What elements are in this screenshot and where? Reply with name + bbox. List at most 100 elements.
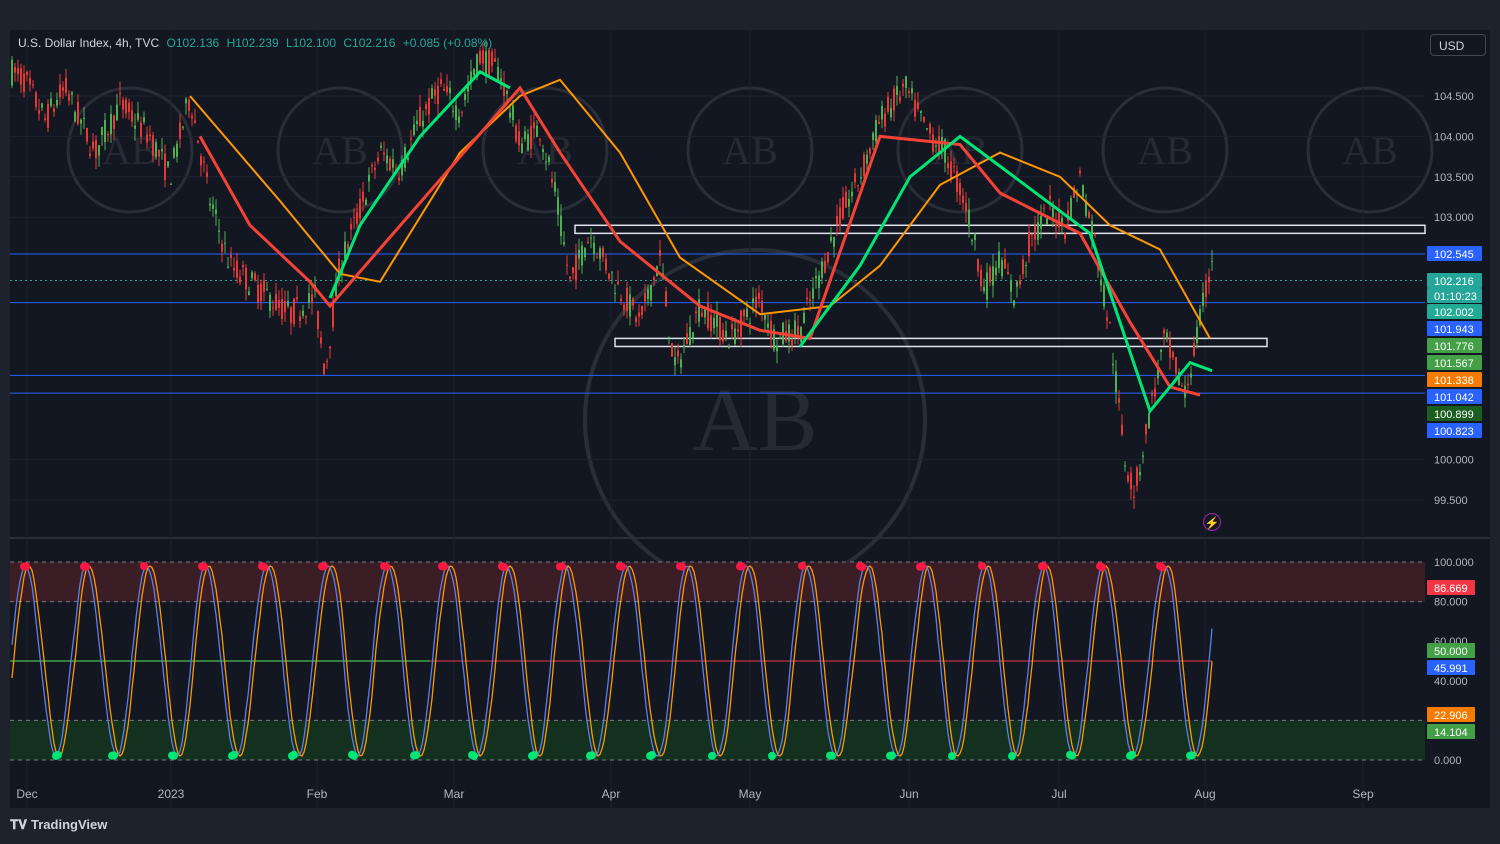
candle-body: [398, 177, 400, 181]
oversold-dot: [1188, 751, 1196, 760]
oversold-dot: [1128, 750, 1136, 759]
candle-body: [875, 120, 877, 142]
candle-body: [137, 112, 139, 120]
overbought-dot: [738, 562, 746, 571]
time-tick-label: Mar: [444, 787, 465, 801]
candle-body: [851, 191, 853, 197]
candle-body: [185, 98, 187, 104]
candle-body: [578, 249, 580, 259]
candle-body: [767, 323, 769, 328]
candle-body: [530, 126, 532, 150]
candle-body: [140, 122, 142, 138]
oversold-dot: [588, 751, 596, 760]
candle-body: [296, 297, 298, 300]
candle-body: [749, 322, 751, 324]
candle-body: [1151, 392, 1153, 396]
ohlc-change: +0.085 (+0.08%): [402, 36, 493, 50]
osc-tick-label: 100.000: [1434, 557, 1474, 569]
candle-body: [611, 271, 613, 273]
osc-tick-label: 40.000: [1434, 676, 1468, 688]
candle-body: [701, 312, 703, 317]
candle-body: [56, 99, 58, 106]
candle-body: [143, 117, 145, 123]
candle-body: [320, 337, 322, 344]
candle-body: [1031, 234, 1033, 236]
candle-body: [1187, 383, 1189, 386]
candle-body: [71, 92, 73, 95]
oversold-dot: [888, 751, 896, 760]
candle-body: [746, 308, 748, 318]
symbol-label: U.S. Dollar Index, 4h, TVC: [18, 36, 160, 50]
candle-body: [80, 119, 82, 124]
candle-body: [146, 134, 148, 143]
candle-body: [617, 281, 619, 285]
candle-body: [626, 287, 628, 312]
branding-label: TradingView: [31, 817, 108, 832]
candle-body: [560, 215, 562, 236]
candle-body: [857, 185, 859, 187]
candle-body: [881, 106, 883, 120]
candle-body: [488, 50, 490, 75]
candle-body: [971, 240, 973, 242]
candle-body: [329, 346, 331, 349]
candle-body: [1034, 225, 1036, 240]
candle-body: [635, 317, 637, 323]
candle-body: [89, 153, 91, 156]
oversold-dot: [470, 752, 478, 761]
ohlc-high: H102.239: [226, 36, 279, 50]
candle-body: [980, 269, 982, 287]
candle-body: [1133, 496, 1135, 498]
oversold-dot: [290, 750, 298, 759]
candle-body: [1106, 317, 1108, 321]
oversold-dot: [768, 751, 776, 760]
candle-body: [458, 116, 460, 123]
candle-body: [923, 116, 925, 122]
oversold-dot: [828, 751, 836, 760]
candle-body: [1202, 292, 1204, 307]
overbought-dot: [440, 562, 448, 571]
candle-body: [500, 78, 502, 82]
candle-body: [632, 298, 634, 306]
candle-body: [629, 294, 631, 317]
candle-body: [794, 320, 796, 336]
candle-body: [356, 212, 358, 224]
candle-body: [572, 267, 574, 273]
candle-body: [854, 173, 856, 183]
candle-body: [374, 167, 376, 170]
candle-body: [44, 118, 46, 120]
oversold-dot: [110, 751, 118, 760]
alert-bolt-icon[interactable]: ⚡: [1203, 513, 1221, 531]
candle-body: [950, 161, 952, 179]
candle-body: [272, 307, 274, 309]
candle-body: [428, 97, 430, 115]
candle-body: [977, 258, 979, 272]
candle-body: [377, 157, 379, 162]
candle-body: [389, 158, 391, 171]
candle-body: [209, 203, 211, 206]
candle-body: [902, 83, 904, 87]
candle-body: [959, 182, 961, 196]
chart-canvas[interactable]: AB AB AB AB AB AB ABAB104.500104.000103.500103…: [0, 0, 1500, 844]
time-tick-label: Aug: [1194, 787, 1215, 801]
candle-body: [509, 112, 511, 118]
time-tick-label: Apr: [602, 787, 621, 801]
candle-body: [98, 145, 100, 156]
candle-body: [422, 120, 424, 127]
candle-body: [743, 309, 745, 317]
tradingview-branding[interactable]: 𝐓𝐕 TradingView: [10, 817, 107, 833]
candle-body: [191, 115, 193, 119]
candle-body: [992, 266, 994, 286]
overbought-dot: [918, 562, 926, 571]
currency-button[interactable]: USD: [1430, 34, 1486, 56]
candle-body: [167, 161, 169, 167]
candle-body: [77, 101, 79, 124]
candle-body: [173, 148, 175, 158]
candle-body: [1094, 234, 1096, 236]
candle-body: [842, 197, 844, 219]
candle-body: [890, 107, 892, 118]
candle-body: [1205, 281, 1207, 298]
candle-body: [1196, 326, 1198, 344]
price-tick-label: 104.500: [1434, 91, 1474, 103]
oversold-dot: [530, 751, 538, 760]
candle-body: [215, 209, 217, 214]
